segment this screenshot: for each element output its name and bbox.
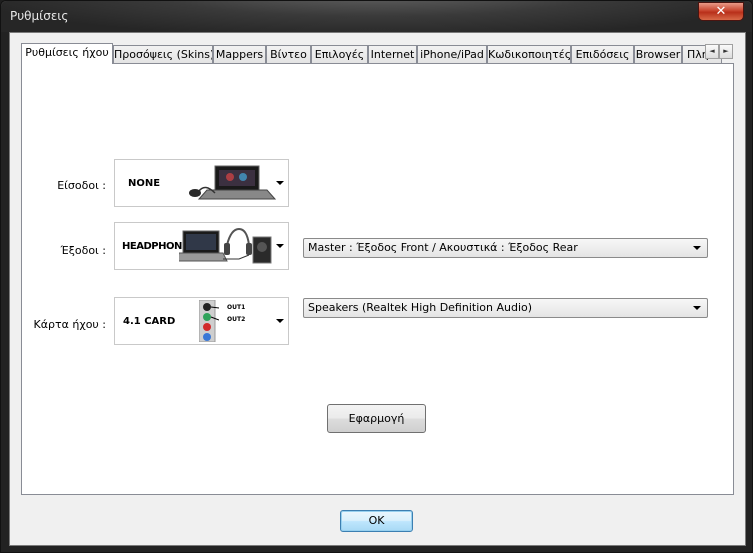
title-bar[interactable]: Ρυθμίσεις ✕	[1, 1, 752, 32]
tab-internet[interactable]: Internet	[368, 45, 417, 64]
tab-mappers[interactable]: Mappers	[213, 45, 266, 64]
output-routing-select[interactable]: Master : Έξοδος Front / Ακουστικά : Έξοδ…	[303, 238, 708, 258]
chevron-down-icon	[693, 246, 701, 250]
output-routing-value: Master : Έξοδος Front / Ακουστικά : Έξοδ…	[308, 241, 578, 254]
chevron-down-icon	[276, 319, 284, 323]
out1-label: OUT1	[227, 304, 246, 311]
laptop-input-icon	[189, 165, 277, 200]
audio-device-select[interactable]: Speakers (Realtek High Definition Audio)	[303, 298, 708, 318]
inputs-image-combo[interactable]: NONE	[114, 159, 289, 207]
chevron-down-icon	[276, 181, 284, 185]
tab-browser[interactable]: Browser	[634, 45, 682, 64]
chevron-down-icon	[693, 306, 701, 310]
tab-scroll-left-icon[interactable]: ◄	[705, 44, 719, 59]
audio-settings-page: Είσοδοι : NONE Έξοδοι : HEADPHONES Maste…	[21, 63, 734, 495]
tab-performance[interactable]: Επιδόσεις	[571, 45, 634, 64]
sound-card-jacks-icon	[199, 300, 219, 342]
sound-card-label: Κάρτα ήχου :	[33, 318, 106, 331]
close-button[interactable]: ✕	[698, 2, 744, 21]
sound-card-image-combo[interactable]: 4.1 CARD OUT1 OUT2	[114, 297, 289, 345]
tab-bar: Ρυθμίσεις ήχου Προσόψεις (Skins) Mappers…	[21, 43, 727, 64]
tab-audio-settings[interactable]: Ρυθμίσεις ήχου	[21, 43, 113, 64]
chevron-down-icon	[276, 244, 284, 248]
ok-button[interactable]: OK	[340, 510, 413, 532]
window-title: Ρυθμίσεις	[10, 9, 69, 23]
tab-scroll-right-icon[interactable]: ►	[719, 44, 733, 59]
tab-codecs[interactable]: Κωδικοποιητές	[487, 45, 571, 64]
settings-window: Ρυθμίσεις ✕ Ρυθμίσεις ήχου Προσόψεις (Sk…	[0, 0, 753, 553]
outputs-image-combo[interactable]: HEADPHONES	[114, 222, 289, 270]
outputs-label: Έξοδοι :	[60, 244, 106, 257]
inputs-value: NONE	[128, 178, 161, 189]
sound-card-value: 4.1 CARD	[123, 316, 176, 327]
inputs-label: Είσοδοι :	[57, 179, 106, 192]
tab-skins[interactable]: Προσόψεις (Skins)	[113, 45, 213, 64]
laptop-headphones-icon	[179, 227, 272, 264]
tab-video[interactable]: Βίντεο	[266, 45, 311, 64]
tab-options[interactable]: Επιλογές	[311, 45, 368, 64]
out2-label: OUT2	[227, 316, 246, 323]
apply-button[interactable]: Εφαρμογή	[327, 404, 426, 433]
audio-device-value: Speakers (Realtek High Definition Audio)	[308, 301, 533, 314]
dialog-client: Ρυθμίσεις ήχου Προσόψεις (Skins) Mappers…	[9, 32, 746, 546]
tab-iphone-ipad[interactable]: iPhone/iPad	[417, 45, 487, 64]
